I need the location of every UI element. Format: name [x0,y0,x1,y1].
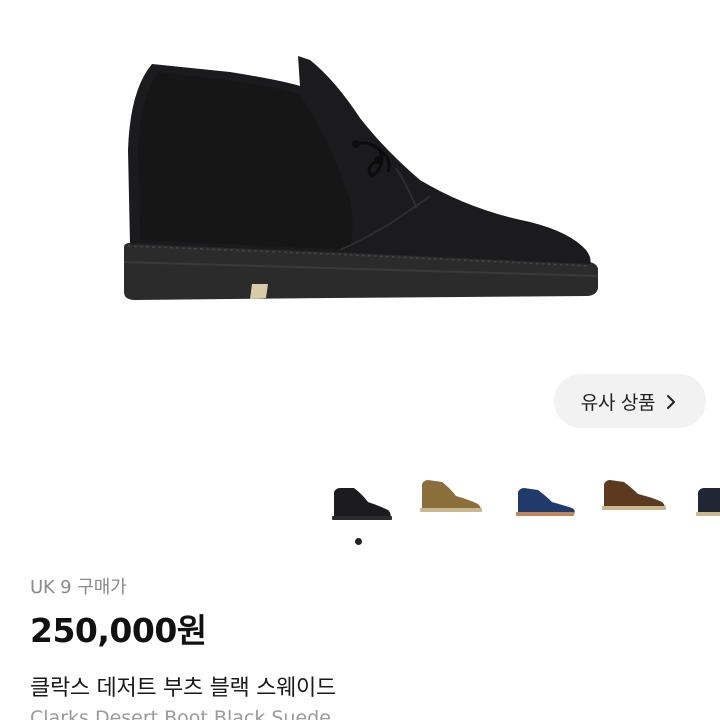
product-name-english: Clarks Desert Boot Black Suede [30,707,331,720]
thumbnail-brown-suede[interactable] [600,470,674,524]
product-page: 유사 상품 UK 9 구매가 250,000원 클락스 데저트 부츠 블랙 스웨이… [0,0,720,720]
thumbnail-navy-suede[interactable] [512,470,586,524]
product-price: 250,000원 [30,611,207,650]
size-label: UK 9 [30,577,72,598]
chevron-right-icon [663,393,679,409]
boot-illustration [123,56,599,300]
thumbnail-black-suede[interactable] [328,470,402,524]
product-image[interactable] [0,0,720,360]
similar-products-button[interactable]: 유사 상품 [554,374,706,428]
color-variant-thumbnails [324,470,720,530]
thumbnail-olive-suede[interactable] [416,470,490,524]
similar-products-label: 유사 상품 [580,391,656,414]
carousel-dot-active [355,538,362,545]
price-type-label: 구매가 [77,577,127,598]
product-name-korean: 클락스 데저트 부츠 블랙 스웨이드 [30,676,336,701]
carousel-indicator [355,538,362,545]
size-and-price-type: UK 9 구매가 [30,573,127,599]
thumbnail-dark-navy[interactable] [696,470,720,524]
